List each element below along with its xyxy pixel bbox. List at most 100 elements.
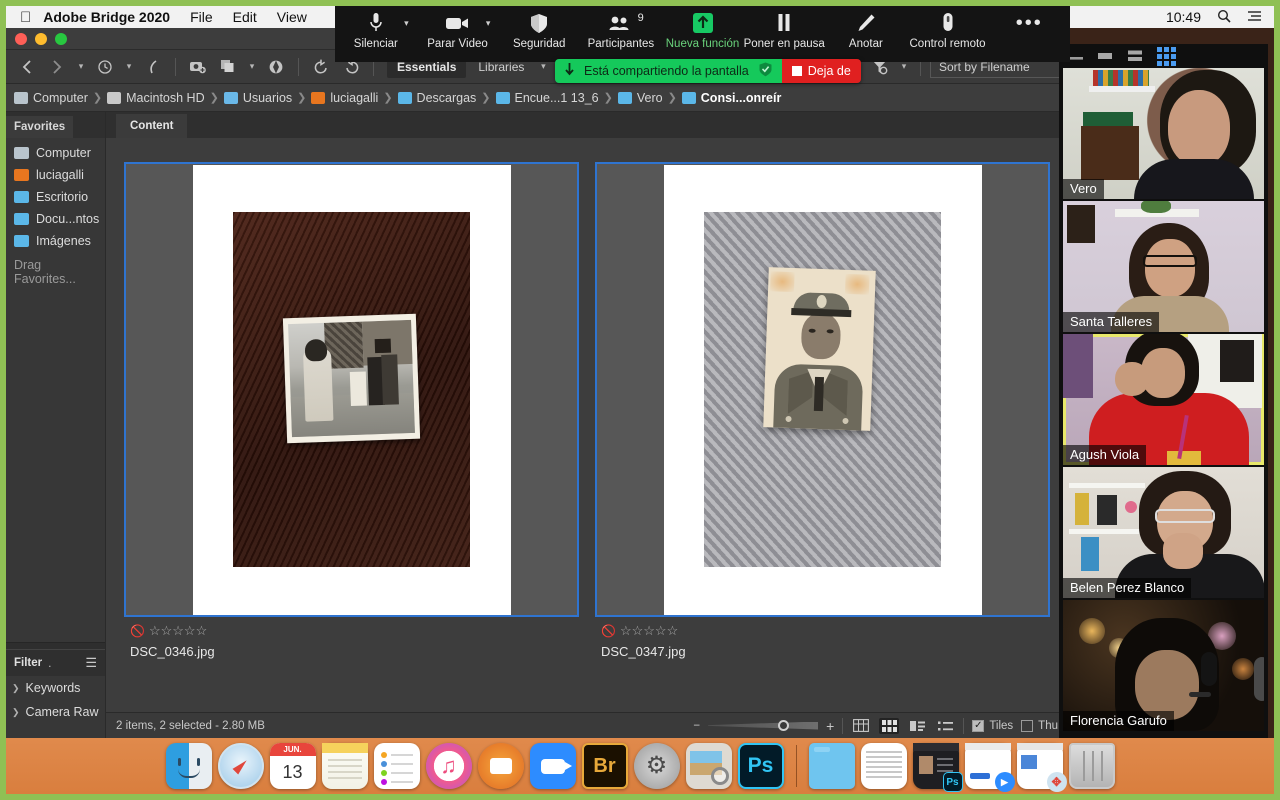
aperture-icon[interactable] [263, 54, 289, 80]
hamburger-menu-icon[interactable]: ☰ [85, 655, 97, 671]
breadcrumb-item-encuesta[interactable]: Encue...1 13_6 [495, 91, 599, 105]
chevron-down-icon-2[interactable]: ▾ [122, 61, 136, 72]
tiles-checkbox[interactable]: ✓ [972, 719, 985, 732]
chevron-down-icon[interactable]: ▾ [486, 18, 491, 29]
breadcrumb-item-usuarios[interactable]: Usuarios [223, 91, 292, 105]
breadcrumb-item-computer[interactable]: Computer [14, 91, 88, 105]
thumbnail-grid-icon[interactable] [879, 717, 900, 734]
go-back-curve-icon[interactable] [140, 54, 166, 80]
zoom-stop-video-button[interactable]: Parar Video ▾ [417, 10, 499, 50]
favorite-item-luciagalli[interactable]: luciagalli [6, 164, 105, 186]
favorite-item-computer[interactable]: Computer [6, 142, 105, 164]
dock-icon-finder[interactable] [165, 743, 212, 789]
zoom-new-share-button[interactable]: Nueva función [662, 10, 744, 50]
dock-window-photoshop[interactable]: Ps [912, 743, 963, 792]
thumbnail-filename[interactable]: DSC_0347.jpg [601, 644, 1048, 659]
control-center-icon[interactable] [1247, 10, 1262, 25]
minimize-view-icon[interactable] [1069, 51, 1083, 61]
filter-row-camera-raw[interactable]: ❯ Camera Raw [6, 700, 105, 724]
zoom-in-icon[interactable]: + [826, 718, 834, 734]
dock-icon-notes[interactable] [321, 743, 368, 789]
zoom-remote-control-button[interactable]: Control remoto [907, 10, 989, 50]
thumbnail-item[interactable]: 🚫 ☆☆☆☆☆ DSC_0346.jpg [124, 162, 579, 659]
panel-divider[interactable] [6, 642, 105, 650]
participant-tile[interactable]: Florencia Garufo [1063, 600, 1264, 731]
list-view-icon[interactable] [935, 718, 955, 734]
rating-stars[interactable]: 🚫 ☆☆☆☆☆ [130, 623, 577, 639]
participant-tile[interactable]: Vero [1063, 68, 1264, 199]
scroll-handle[interactable] [1254, 657, 1264, 701]
tab-favorites[interactable]: Favorites [6, 116, 74, 138]
dock-icon-safari[interactable] [217, 743, 264, 789]
menu-edit[interactable]: Edit [233, 9, 257, 25]
stars-label[interactable]: ☆☆☆☆☆ [149, 623, 207, 639]
thumbnail-frame-selected[interactable] [595, 162, 1050, 617]
no-rating-icon[interactable]: 🚫 [601, 624, 616, 638]
minimize-button[interactable] [35, 32, 47, 45]
breadcrumb-item-descargas[interactable]: Descargas [397, 91, 476, 105]
dock-icon-books[interactable] [477, 743, 524, 789]
dock-icon-calendar[interactable]: JUN. 13 [269, 743, 316, 789]
filter-row-keywords[interactable]: ❯ Keywords [6, 676, 105, 700]
single-speaker-view-icon[interactable] [1097, 51, 1113, 61]
shield-check-icon[interactable] [759, 62, 772, 80]
copy-icon[interactable] [215, 54, 241, 80]
clock-history-icon[interactable] [92, 54, 118, 80]
rating-stars[interactable]: 🚫 ☆☆☆☆☆ [601, 623, 1048, 639]
breadcrumb-item-macintosh-hd[interactable]: Macintosh HD [107, 91, 205, 105]
back-icon[interactable] [14, 54, 40, 80]
zoom-security-button[interactable]: Seguridad [498, 10, 580, 50]
workspace-chevron-down-icon[interactable]: ▾ [536, 61, 550, 72]
zoom-pause-share-button[interactable]: Poner en pausa [743, 10, 825, 50]
chevron-down-icon[interactable]: ▾ [404, 18, 409, 29]
no-rating-icon[interactable]: 🚫 [130, 624, 145, 638]
menu-file[interactable]: File [190, 9, 213, 25]
grid-locked-icon[interactable] [851, 718, 871, 734]
maximize-button[interactable] [55, 32, 67, 45]
chevron-down-icon-3[interactable]: ▾ [245, 61, 259, 72]
tab-content[interactable]: Content [116, 114, 188, 138]
stop-share-button[interactable]: Deja de [781, 59, 861, 83]
chevron-down-icon[interactable]: ▾ [74, 61, 88, 72]
zoom-out-icon[interactable]: − [693, 720, 700, 732]
thumbnails-checkbox[interactable]: ✓ [1021, 719, 1034, 732]
dock-icon-itunes[interactable]: ♫ [425, 743, 472, 789]
participant-tile[interactable]: Belen Perez Blanco [1063, 467, 1264, 598]
thumbnail-item[interactable]: 🚫 ☆☆☆☆☆ DSC_0347.jpg [595, 162, 1050, 659]
gallery-view-icon[interactable] [1157, 46, 1176, 66]
menu-view[interactable]: View [277, 9, 307, 25]
filter-chevron-down-icon[interactable]: ▾ [897, 61, 911, 72]
dock-icon-reminders[interactable] [373, 743, 420, 789]
tiles-checkbox-group[interactable]: ✓ Tiles [972, 719, 1013, 732]
search-icon[interactable] [1217, 9, 1231, 26]
stars-label[interactable]: ☆☆☆☆☆ [620, 623, 678, 639]
zoom-more-button[interactable]: ••• [988, 10, 1070, 38]
dock-icon-adobe-bridge[interactable]: Br [581, 743, 628, 789]
close-button[interactable] [15, 32, 27, 45]
dock-window-document[interactable] [860, 743, 907, 789]
dock-icon-zoom[interactable] [529, 743, 576, 789]
dock-icon-trash[interactable] [1068, 743, 1115, 789]
dock-window-zoom[interactable]: ▶ [964, 743, 1015, 792]
favorite-item-imagenes[interactable]: Imágenes [6, 230, 105, 252]
zoom-annotate-button[interactable]: Anotar [825, 10, 907, 50]
thumbnail-size-slider[interactable] [708, 719, 819, 731]
dock-icon-system-preferences[interactable]: ⚙ [633, 743, 680, 789]
breadcrumb-item-current[interactable]: Consi...onreír [681, 91, 781, 105]
thumbnail-frame-selected[interactable] [124, 162, 579, 617]
dock-window-folder[interactable] [808, 743, 855, 789]
thumbnails-checkbox-group[interactable]: ✓ Thu [1021, 719, 1058, 732]
participant-tile-active-speaker[interactable]: Agush Viola [1063, 334, 1264, 465]
dock-window-safari[interactable]: ✥ [1016, 743, 1067, 792]
zoom-mute-button[interactable]: Silenciar ▾ [335, 10, 417, 50]
participant-tile[interactable]: Santa Talleres [1063, 201, 1264, 332]
breadcrumb-item-luciagalli[interactable]: luciagalli [311, 91, 378, 105]
forward-icon[interactable] [44, 54, 70, 80]
thumbnail-filename[interactable]: DSC_0346.jpg [130, 644, 577, 659]
favorite-item-documentos[interactable]: Docu...ntos [6, 208, 105, 230]
slider-knob[interactable] [778, 719, 790, 731]
split-view-icon[interactable] [1127, 50, 1143, 62]
dock-icon-photoshop[interactable]: Ps [737, 743, 784, 789]
zoom-participants-button[interactable]: 9 Participantes [580, 10, 662, 50]
dock-icon-preview[interactable] [685, 743, 732, 789]
